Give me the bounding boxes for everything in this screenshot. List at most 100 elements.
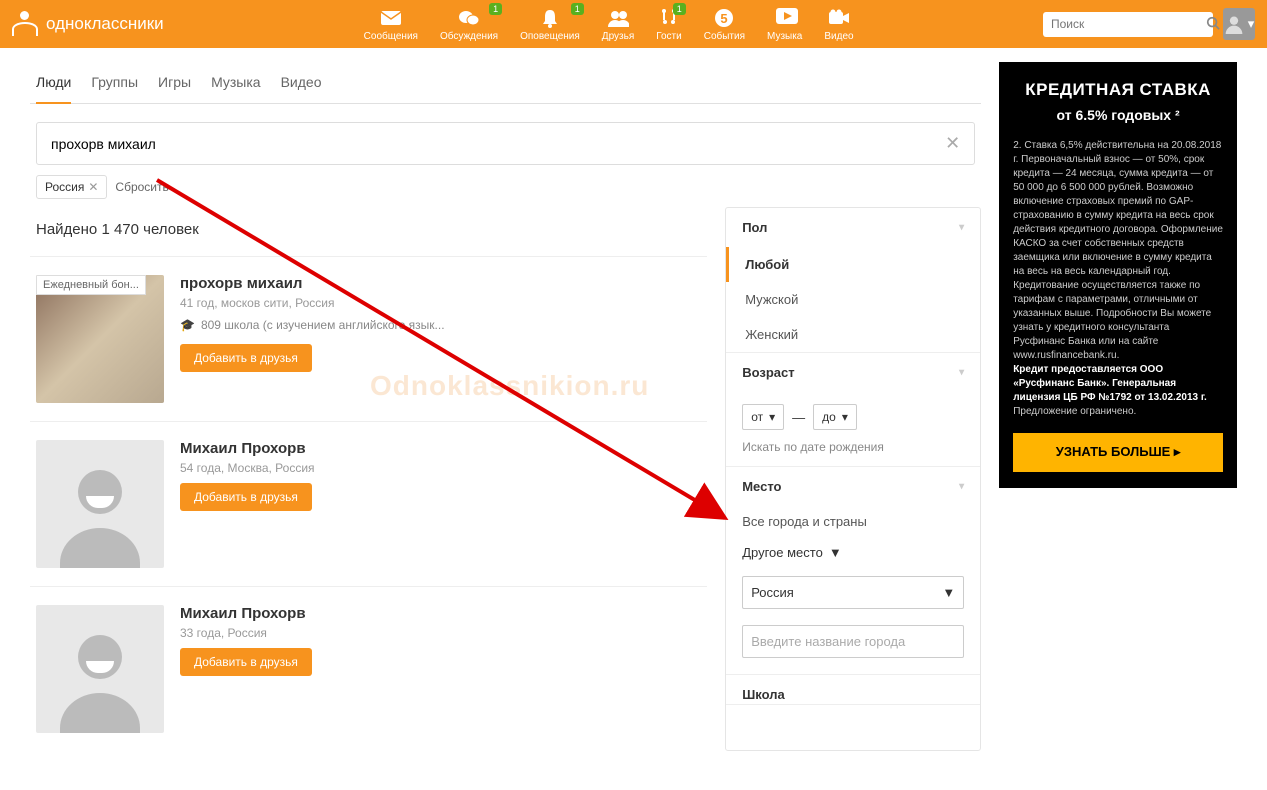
result-photo[interactable]	[36, 440, 164, 568]
age-to-select[interactable]: до▾	[813, 404, 857, 430]
nav-video[interactable]: Видео	[814, 5, 863, 44]
filter-age-head[interactable]: Возраст ▾	[726, 353, 980, 392]
svg-text:5: 5	[721, 11, 728, 26]
tab-Видео[interactable]: Видео	[281, 74, 322, 103]
filter-chips: Россия ✕ Сбросить	[36, 175, 975, 199]
query-box: ✕	[36, 122, 975, 165]
result-body: Михаил Прохорв 33 года, Россия Добавить в …	[180, 605, 701, 733]
content-row: Найдено 1 470 человек Ежедневный бон...п…	[30, 207, 981, 751]
friends-icon	[607, 7, 629, 29]
nav-label: Гости	[656, 31, 681, 42]
caret-down-icon: ▾	[769, 410, 775, 424]
chip-country[interactable]: Россия ✕	[36, 175, 107, 199]
query-input[interactable]	[51, 136, 945, 152]
nav-events[interactable]: 5 События	[694, 5, 755, 44]
nav-music[interactable]: Музыка	[757, 5, 812, 44]
add-friend-button[interactable]: Добавить в друзья	[180, 344, 312, 372]
nav-label: Оповещения	[520, 31, 580, 42]
age-from-select[interactable]: от▾	[742, 404, 784, 430]
nav-label: События	[704, 31, 745, 42]
birth-search-link[interactable]: Искать по дате рождения	[742, 440, 964, 454]
chevron-down-icon: ▾	[959, 481, 964, 492]
video-icon	[828, 7, 850, 29]
brand-text: одноклассники	[46, 14, 164, 34]
main-content: Люди Группы Игры Музыка Видео ✕ Россия ✕ Сбр…	[0, 48, 1267, 765]
result-subtitle: 54 года, Москва, Россия	[180, 461, 701, 475]
caret-down-icon: ▼	[942, 585, 955, 600]
result-name[interactable]: Михаил Прохорв	[180, 605, 701, 622]
filter-gender: Пол ▾ ЛюбойМужскойЖенский	[726, 208, 980, 353]
result-name[interactable]: прохорв михаил	[180, 275, 701, 292]
filters-panel: Пол ▾ ЛюбойМужскойЖенский Возраст ▾ от▾ …	[725, 207, 981, 751]
nav-label: Сообщения	[364, 31, 418, 42]
nav-bell[interactable]: Оповещения 1	[510, 5, 590, 44]
filter-gender-head[interactable]: Пол ▾	[726, 208, 980, 247]
gender-option[interactable]: Мужской	[726, 282, 980, 317]
nav-guests[interactable]: Гости 1	[646, 5, 691, 44]
nav-label: Музыка	[767, 31, 802, 42]
result-photo[interactable]: Ежедневный бон...	[36, 275, 164, 403]
chip-remove-icon[interactable]: ✕	[88, 180, 98, 194]
ad-cta-button[interactable]: УЗНАТЬ БОЛЬШЕ ▸	[1013, 433, 1223, 471]
topbar-right	[1043, 8, 1255, 40]
result-name[interactable]: Михаил Прохорв	[180, 440, 701, 457]
music-icon	[774, 7, 796, 29]
nav-label: Обсуждения	[440, 31, 498, 42]
results-list: Найдено 1 470 человек Ежедневный бон...п…	[30, 207, 707, 751]
result-photo[interactable]	[36, 605, 164, 733]
search-icon[interactable]	[1206, 16, 1220, 33]
result-card: Ежедневный бон...прохорв михаил41 год, м…	[30, 256, 707, 421]
result-card: Михаил Прохорв 33 года, Россия Добавить в …	[30, 586, 707, 751]
reset-link[interactable]: Сбросить	[115, 180, 168, 194]
result-card: Михаил Прохорв 54 года, Москва, Россия Доб…	[30, 421, 707, 586]
global-search[interactable]	[1043, 12, 1213, 37]
country-select[interactable]: Россия ▼	[742, 576, 964, 609]
brand-logo[interactable]: одноклассники	[12, 11, 164, 37]
badge: 1	[571, 3, 584, 15]
tab-Люди[interactable]: Люди	[36, 74, 71, 104]
result-body: Михаил Прохорв 54 года, Москва, Россия Доб…	[180, 440, 701, 568]
chip-label: Россия	[45, 180, 84, 194]
mail-icon	[380, 7, 402, 29]
ad-subtitle: от 6.5% годовых ²	[1013, 106, 1223, 126]
add-friend-button[interactable]: Добавить в друзья	[180, 648, 312, 676]
tab-Музыка[interactable]: Музыка	[211, 74, 261, 103]
nav-mail[interactable]: Сообщения	[354, 5, 428, 44]
age-range: от▾ — до▾	[742, 404, 964, 430]
filter-school: Школа	[726, 675, 980, 705]
chevron-down-icon: ▾	[959, 367, 964, 378]
add-friend-button[interactable]: Добавить в друзья	[180, 483, 312, 511]
ad-title: КРЕДИТНАЯ СТАВКА	[1013, 78, 1223, 102]
chat-icon	[458, 7, 480, 29]
topbar: одноклассники СообщенияОбсуждения1Оповещ…	[0, 0, 1267, 48]
gender-option[interactable]: Женский	[726, 317, 980, 352]
clear-icon[interactable]: ✕	[945, 133, 960, 154]
ad-banner[interactable]: КРЕДИТНАЯ СТАВКА от 6.5% годовых ² 2. Ст…	[999, 62, 1237, 488]
nav-label: Видео	[824, 31, 853, 42]
place-other-link[interactable]: Другое место ▼	[726, 537, 980, 568]
place-all-link[interactable]: Все города и страны	[726, 506, 980, 537]
gender-option[interactable]: Любой	[726, 247, 980, 282]
caret-down-icon: ▾	[842, 410, 848, 424]
city-input[interactable]	[742, 625, 964, 658]
result-subtitle: 33 года, Россия	[180, 626, 701, 640]
filter-school-head[interactable]: Школа	[726, 675, 980, 704]
nav-friends[interactable]: Друзья	[592, 5, 644, 44]
filter-age: Возраст ▾ от▾ — до▾ Искать по дате рожде…	[726, 353, 980, 467]
badge: 1	[489, 3, 502, 15]
nav-label: Друзья	[602, 31, 634, 42]
global-search-input[interactable]	[1051, 17, 1206, 31]
user-avatar[interactable]	[1223, 8, 1255, 40]
caret-down-icon: ▼	[829, 545, 842, 560]
events-icon: 5	[713, 7, 735, 29]
tab-Игры[interactable]: Игры	[158, 74, 191, 103]
tab-Группы[interactable]: Группы	[91, 74, 138, 103]
nav-chat[interactable]: Обсуждения 1	[430, 5, 508, 44]
filter-place-head[interactable]: Место ▾	[726, 467, 980, 506]
result-school: 🎓809 школа (с изучением английского язык…	[180, 318, 701, 332]
filter-place: Место ▾ Все города и страны Другое место…	[726, 467, 980, 675]
badge: 1	[673, 3, 686, 15]
top-nav: Сообщения Обсуждения 1 Оповещения 1 Друзья Гос…	[354, 5, 864, 44]
ok-logo-icon	[12, 11, 38, 37]
ad-column: КРЕДИТНАЯ СТАВКА от 6.5% годовых ² 2. Ст…	[999, 62, 1237, 751]
